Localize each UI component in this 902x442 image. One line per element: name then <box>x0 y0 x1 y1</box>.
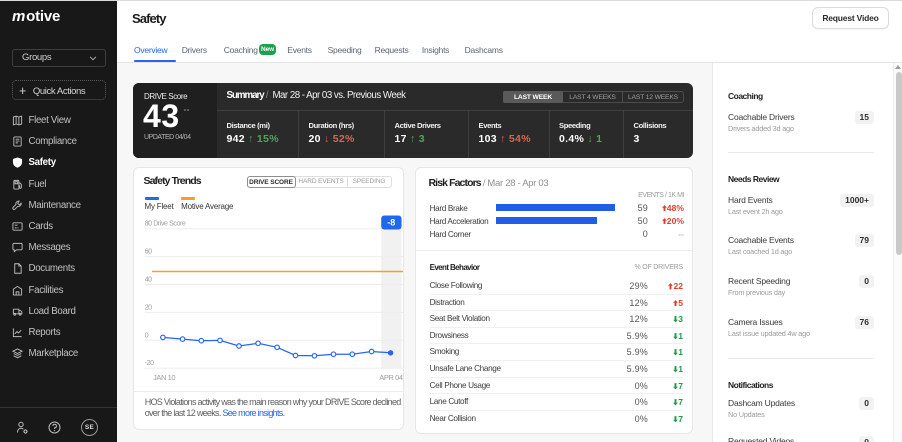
svg-text:-8: -8 <box>387 218 395 228</box>
svg-text:20: 20 <box>145 304 152 311</box>
svg-text:0: 0 <box>145 332 149 339</box>
svg-text:-20: -20 <box>145 360 154 367</box>
svg-text:JAN 10: JAN 10 <box>153 373 175 382</box>
svg-text:40: 40 <box>145 277 152 284</box>
svg-text:80 Drive Score: 80 Drive Score <box>145 221 186 228</box>
svg-text:APR 04: APR 04 <box>379 373 403 382</box>
svg-text:60: 60 <box>145 249 152 256</box>
